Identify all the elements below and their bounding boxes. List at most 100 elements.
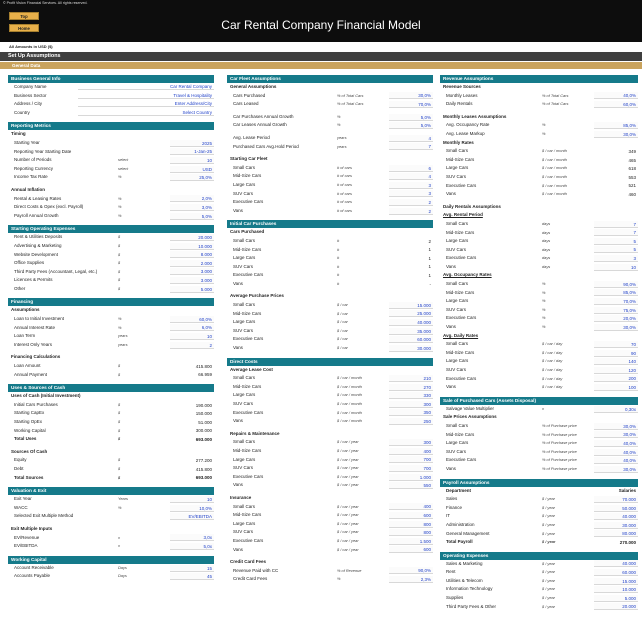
financing-value[interactable]: 6,0% bbox=[170, 324, 214, 332]
starting-fleet-value[interactable]: 6 bbox=[389, 164, 433, 172]
insurance-value[interactable]: 800 bbox=[389, 529, 433, 537]
starting-fleet-value[interactable]: 2 bbox=[389, 198, 433, 206]
lease-cost-value[interactable]: 210 bbox=[389, 375, 433, 383]
repairs-value[interactable]: 400 bbox=[389, 447, 433, 455]
insurance-value[interactable]: 600 bbox=[389, 546, 433, 554]
insurance-value[interactable]: 800 bbox=[389, 520, 433, 528]
exit-multiple-value[interactable]: 5,0x bbox=[170, 542, 214, 550]
starting-opex-value[interactable]: 3.000 bbox=[170, 277, 214, 285]
payroll-value[interactable]: 40.000 bbox=[594, 513, 638, 521]
purchase-price-value[interactable]: 60.000 bbox=[389, 336, 433, 344]
rental-period-value[interactable]: 3 bbox=[594, 255, 638, 263]
working-capital-value[interactable]: 15 bbox=[170, 564, 214, 572]
repairs-value[interactable]: 700 bbox=[389, 456, 433, 464]
operating-expenses-value[interactable]: 10.000 bbox=[594, 586, 638, 594]
repairs-value[interactable]: 700 bbox=[389, 464, 433, 472]
daily-rates-value[interactable]: 200 bbox=[594, 375, 638, 383]
inflation-value[interactable]: 3,0% bbox=[170, 203, 214, 211]
daily-rates-value[interactable]: 100 bbox=[594, 383, 638, 391]
purchase-price-value[interactable]: 30.000 bbox=[389, 344, 433, 352]
reporting-value[interactable]: 10 bbox=[170, 156, 214, 164]
rental-period-value[interactable]: 7 bbox=[594, 229, 638, 237]
insurance-value[interactable]: 1.500 bbox=[389, 537, 433, 545]
financing-value[interactable]: 10 bbox=[170, 333, 214, 341]
financing-value[interactable]: 60,0% bbox=[170, 315, 214, 323]
payroll-value[interactable]: 50.000 bbox=[594, 504, 638, 512]
rental-period-value[interactable]: 10 bbox=[594, 263, 638, 271]
valuation-value[interactable]: 10 bbox=[170, 495, 214, 503]
daily-rates-value[interactable]: 140 bbox=[594, 358, 638, 366]
occupancy-value[interactable]: 85,0% bbox=[594, 289, 638, 297]
purchase-price-value[interactable]: 40.000 bbox=[389, 319, 433, 327]
salvage-value[interactable]: 0,30x bbox=[594, 405, 638, 413]
rental-period-value[interactable]: 7 bbox=[594, 220, 638, 228]
reporting-value[interactable]: 2025 bbox=[170, 139, 214, 147]
operating-expenses-value[interactable]: 20.000 bbox=[594, 603, 638, 611]
daily-rates-value[interactable]: 90 bbox=[594, 349, 638, 357]
payroll-value[interactable]: 80.000 bbox=[594, 530, 638, 538]
credit-card-value[interactable]: 90,0% bbox=[389, 567, 433, 575]
occupancy-value[interactable]: 30,0% bbox=[594, 323, 638, 331]
credit-card-value[interactable]: 2,3% bbox=[389, 576, 433, 584]
daily-rates-value[interactable]: 120 bbox=[594, 366, 638, 374]
lease-cost-value[interactable]: 250 bbox=[389, 417, 433, 425]
financing-value[interactable]: 2 bbox=[170, 341, 214, 349]
starting-opex-value[interactable]: 8.000 bbox=[170, 251, 214, 259]
monthly-leases-value[interactable]: 85,0% bbox=[594, 122, 638, 130]
operating-expenses-value[interactable]: 15.000 bbox=[594, 577, 638, 585]
starting-fleet-value[interactable]: 2 bbox=[389, 207, 433, 215]
lease-cost-value[interactable]: 330 bbox=[389, 392, 433, 400]
lease-cost-value[interactable]: 300 bbox=[389, 400, 433, 408]
starting-fleet-value[interactable]: 3 bbox=[389, 190, 433, 198]
starting-opex-value[interactable]: 5.000 bbox=[170, 285, 214, 293]
daily-rates-value[interactable]: 70 bbox=[594, 341, 638, 349]
lease-cost-value[interactable]: 350 bbox=[389, 409, 433, 417]
working-capital-value[interactable]: 45 bbox=[170, 573, 214, 581]
rental-period-value[interactable]: 5 bbox=[594, 246, 638, 254]
rental-period-value[interactable]: 5 bbox=[594, 237, 638, 245]
sale-price-value[interactable]: 30,0% bbox=[594, 465, 638, 473]
exit-method-select[interactable]: EV/EBITDA bbox=[170, 513, 214, 521]
fleet-mix-value[interactable]: 30,0% bbox=[389, 92, 433, 100]
fleet-period-value[interactable]: 7 bbox=[389, 143, 433, 151]
sale-price-value[interactable]: 40,0% bbox=[594, 448, 638, 456]
starting-opex-value[interactable]: 3.000 bbox=[170, 268, 214, 276]
operating-expenses-value[interactable]: 40.000 bbox=[594, 560, 638, 568]
inflation-value[interactable]: 2,0% bbox=[170, 195, 214, 203]
purchase-price-value[interactable]: 35.000 bbox=[389, 327, 433, 335]
revenue-sources-value[interactable]: 60,0% bbox=[594, 100, 638, 108]
occupancy-value[interactable]: 75,0% bbox=[594, 306, 638, 314]
fleet-mix-value[interactable]: 70,0% bbox=[389, 100, 433, 108]
fleet-growth-value[interactable]: 5,0% bbox=[389, 113, 433, 121]
starting-opex-value[interactable]: 20.000 bbox=[170, 234, 214, 242]
payroll-value[interactable]: 70.000 bbox=[594, 495, 638, 503]
occupancy-value[interactable]: 90,0% bbox=[594, 280, 638, 288]
starting-opex-value[interactable]: 2.000 bbox=[170, 259, 214, 267]
revenue-sources-value[interactable]: 40,0% bbox=[594, 92, 638, 100]
lease-cost-value[interactable]: 270 bbox=[389, 383, 433, 391]
reporting-value[interactable]: 1-Jan-25 bbox=[170, 148, 214, 156]
operating-expenses-value[interactable]: 5.000 bbox=[594, 594, 638, 602]
business-value[interactable]: Car Rental Company bbox=[78, 83, 214, 90]
repairs-value[interactable]: 550 bbox=[389, 482, 433, 490]
business-value[interactable]: Travel & Hospitality bbox=[78, 92, 214, 99]
purchase-price-value[interactable]: 25.000 bbox=[389, 310, 433, 318]
payroll-value[interactable]: 30.000 bbox=[594, 521, 638, 529]
business-value[interactable]: Enter Address/City bbox=[78, 100, 214, 108]
fleet-period-value[interactable]: 4 bbox=[389, 134, 433, 142]
inflation-value[interactable]: 5,0% bbox=[170, 212, 214, 220]
insurance-value[interactable]: 400 bbox=[389, 503, 433, 511]
sale-price-value[interactable]: 30,0% bbox=[594, 422, 638, 430]
sale-price-value[interactable]: 40,0% bbox=[594, 439, 638, 447]
purchase-price-value[interactable]: 15.000 bbox=[389, 301, 433, 309]
monthly-leases-value[interactable]: 30,0% bbox=[594, 130, 638, 138]
valuation-value[interactable]: 10,0% bbox=[170, 504, 214, 512]
business-value[interactable]: Select Country bbox=[78, 109, 214, 116]
starting-fleet-value[interactable]: 3 bbox=[389, 181, 433, 189]
reporting-value[interactable]: 25,0% bbox=[170, 174, 214, 182]
starting-fleet-value[interactable]: 4 bbox=[389, 173, 433, 181]
reporting-value[interactable]: USD bbox=[170, 165, 214, 173]
repairs-value[interactable]: 300 bbox=[389, 439, 433, 447]
starting-opex-value[interactable]: 10.000 bbox=[170, 242, 214, 250]
fleet-growth-value[interactable]: 5,0% bbox=[389, 122, 433, 130]
